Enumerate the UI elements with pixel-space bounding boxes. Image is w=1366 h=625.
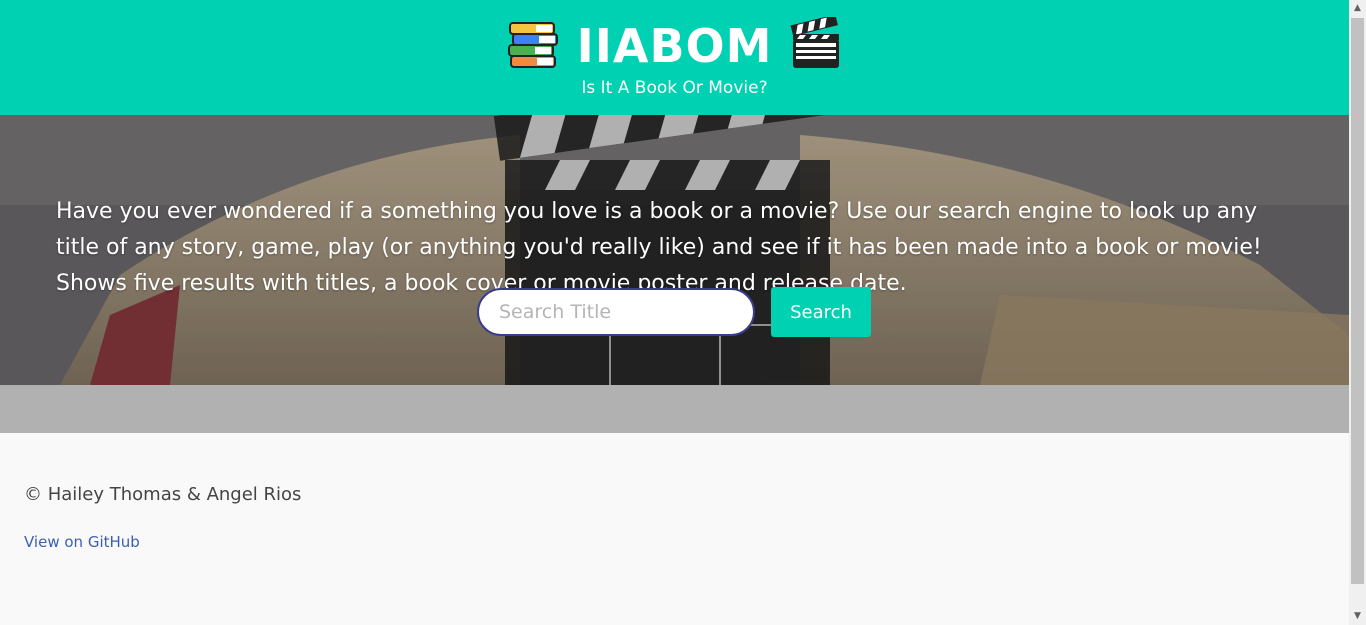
site-header: IIABOM Is It A Book Or Movie? bbox=[0, 0, 1349, 115]
hero-section: Have you ever wondered if a something yo… bbox=[0, 115, 1349, 385]
site-footer: © Hailey Thomas & Angel Rios View on Git… bbox=[0, 433, 1349, 625]
vertical-scrollbar[interactable]: ▲ ▼ bbox=[1349, 0, 1366, 625]
scroll-up-arrow-icon[interactable]: ▲ bbox=[1349, 0, 1366, 17]
clapper-board-icon bbox=[790, 14, 842, 75]
results-area bbox=[0, 385, 1349, 433]
scroll-down-arrow-icon[interactable]: ▼ bbox=[1349, 608, 1366, 625]
site-title: IIABOM bbox=[576, 19, 773, 73]
scrollbar-thumb[interactable] bbox=[1351, 18, 1364, 584]
search-bar: Search bbox=[477, 287, 871, 337]
github-link[interactable]: View on GitHub bbox=[24, 533, 140, 551]
search-button[interactable]: Search bbox=[771, 287, 871, 337]
title-row: IIABOM bbox=[0, 14, 1349, 76]
hero-description: Have you ever wondered if a something yo… bbox=[56, 199, 1262, 296]
search-input[interactable] bbox=[477, 288, 755, 336]
site-subtitle: Is It A Book Or Movie? bbox=[581, 78, 768, 98]
copyright-text: © Hailey Thomas & Angel Rios bbox=[24, 484, 302, 505]
books-icon bbox=[507, 18, 559, 74]
page: IIABOM Is It A Book Or Movie? Have you e… bbox=[0, 0, 1349, 625]
